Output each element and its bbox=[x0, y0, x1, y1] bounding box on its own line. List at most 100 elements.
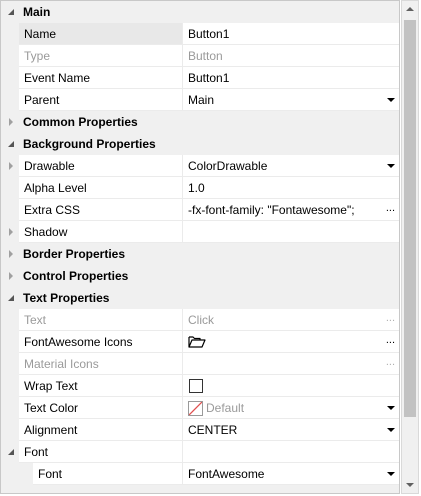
chevron-down-icon[interactable] bbox=[387, 472, 395, 476]
ellipsis-button: ... bbox=[385, 356, 395, 368]
extra-css-field[interactable]: -fx-font-family: "Fontawesome";... bbox=[182, 199, 399, 221]
parent-dropdown[interactable]: Main bbox=[182, 89, 399, 111]
property-value: Button1 bbox=[188, 71, 230, 85]
row-type: Type Button bbox=[1, 45, 399, 67]
row-text-color[interactable]: Text Color Default bbox=[1, 397, 399, 419]
name-cell: Extra CSS bbox=[19, 199, 182, 221]
property-value: Click bbox=[188, 313, 214, 327]
chevron-down-icon[interactable] bbox=[387, 428, 395, 432]
property-value: ColorDrawable bbox=[188, 159, 268, 173]
ellipsis-button[interactable]: ... bbox=[386, 202, 395, 214]
property-label: Drawable bbox=[24, 159, 75, 173]
row-material-icons: Material Icons ... bbox=[1, 353, 399, 375]
row-event-name[interactable]: Event Name Button1 bbox=[1, 67, 399, 89]
name-cell: Alignment bbox=[19, 419, 182, 441]
chevron-down-icon[interactable] bbox=[387, 164, 395, 168]
property-label: Shadow bbox=[24, 225, 68, 239]
chevron-down-icon[interactable] bbox=[387, 98, 395, 102]
drawable-dropdown[interactable]: ColorDrawable bbox=[182, 155, 399, 177]
scrollbar-thumb[interactable] bbox=[404, 20, 416, 417]
chevron-down-icon[interactable] bbox=[387, 406, 395, 410]
property-label: Wrap Text bbox=[24, 379, 78, 393]
name-cell: Material Icons bbox=[19, 353, 182, 375]
section-main[interactable]: Main bbox=[1, 1, 399, 23]
property-label: Parent bbox=[24, 93, 60, 107]
row-alpha-level[interactable]: Alpha Level 1.0 bbox=[1, 177, 399, 199]
property-value: Button1 bbox=[188, 27, 230, 41]
event-name-field[interactable]: Button1 bbox=[182, 67, 399, 89]
section-border[interactable]: Border Properties bbox=[1, 243, 399, 265]
wrap-text-cell bbox=[182, 375, 399, 397]
ellipsis-button: ... bbox=[385, 312, 395, 324]
section-control[interactable]: Control Properties bbox=[1, 265, 399, 287]
row-fontawesome-icons[interactable]: FontAwesome Icons ... bbox=[1, 331, 399, 353]
property-value: Main bbox=[188, 93, 215, 107]
section-title: Control Properties bbox=[23, 269, 129, 283]
property-label: Alignment bbox=[24, 423, 78, 437]
name-value-field[interactable]: Button1 bbox=[182, 23, 399, 45]
triangle-collapsed-icon[interactable] bbox=[9, 162, 13, 170]
property-value: 1.0 bbox=[188, 181, 205, 195]
property-label: Type bbox=[24, 49, 51, 63]
triangle-collapsed-icon[interactable] bbox=[9, 118, 13, 126]
property-label: Text bbox=[24, 313, 47, 327]
section-title: Background Properties bbox=[23, 137, 156, 151]
property-label: Alpha Level bbox=[24, 181, 87, 195]
property-value: Button bbox=[188, 49, 223, 63]
alpha-level-field[interactable]: 1.0 bbox=[182, 177, 399, 199]
font-dropdown[interactable]: FontAwesome bbox=[182, 463, 399, 485]
property-value: FontAwesome bbox=[188, 467, 265, 481]
font-summary bbox=[182, 441, 399, 463]
triangle-collapsed-icon[interactable] bbox=[9, 250, 13, 258]
property-label: Event Name bbox=[24, 71, 91, 85]
section-background[interactable]: Background Properties bbox=[1, 133, 399, 155]
folder-open-icon bbox=[188, 335, 206, 352]
no-color-swatch-icon bbox=[188, 401, 203, 416]
section-title: Text Properties bbox=[23, 291, 110, 305]
wrap-text-checkbox[interactable] bbox=[189, 379, 203, 393]
property-label: FontAwesome Icons bbox=[24, 335, 133, 349]
row-shadow[interactable]: Shadow bbox=[1, 221, 399, 243]
shadow-value bbox=[182, 221, 399, 243]
scroll-up-arrow-icon[interactable] bbox=[402, 1, 418, 17]
row-name[interactable]: Name Button1 bbox=[1, 23, 399, 45]
property-label: Text Color bbox=[24, 401, 79, 415]
type-value: Button bbox=[182, 45, 399, 67]
name-cell: Drawable bbox=[19, 155, 182, 177]
name-cell: Font bbox=[33, 463, 182, 485]
property-label: Name bbox=[24, 27, 57, 41]
subsection-font[interactable]: Font bbox=[1, 441, 399, 463]
property-value: -fx-font-family: "Fontawesome"; bbox=[188, 203, 355, 217]
triangle-collapsed-icon[interactable] bbox=[9, 272, 13, 280]
name-cell: Font bbox=[19, 441, 182, 463]
row-alignment[interactable]: Alignment CENTER bbox=[1, 419, 399, 441]
material-icons-field: ... bbox=[182, 353, 399, 375]
section-title: Main bbox=[23, 5, 51, 19]
row-wrap-text[interactable]: Wrap Text bbox=[1, 375, 399, 397]
section-title: Common Properties bbox=[23, 115, 138, 129]
row-text: Text Click... bbox=[1, 309, 399, 331]
vertical-scrollbar[interactable] bbox=[401, 0, 419, 494]
scroll-down-arrow-icon[interactable] bbox=[402, 477, 418, 493]
text-color-dropdown[interactable]: Default bbox=[182, 397, 399, 419]
property-label: Font bbox=[38, 467, 63, 481]
name-cell: Event Name bbox=[19, 67, 182, 89]
section-common[interactable]: Common Properties bbox=[1, 111, 399, 133]
section-title: Border Properties bbox=[23, 247, 126, 261]
property-value: CENTER bbox=[188, 423, 238, 437]
row-font[interactable]: Font FontAwesome bbox=[1, 463, 399, 485]
name-cell: Name bbox=[19, 23, 182, 45]
fontawesome-icons-field[interactable]: ... bbox=[182, 331, 399, 353]
row-extra-css[interactable]: Extra CSS -fx-font-family: "Fontawesome"… bbox=[1, 199, 399, 221]
triangle-collapsed-icon[interactable] bbox=[9, 228, 13, 236]
row-drawable[interactable]: Drawable ColorDrawable bbox=[1, 155, 399, 177]
ellipsis-button[interactable]: ... bbox=[386, 334, 395, 346]
alignment-dropdown[interactable]: CENTER bbox=[182, 419, 399, 441]
property-label: Extra CSS bbox=[24, 203, 81, 217]
row-parent[interactable]: Parent Main bbox=[1, 89, 399, 111]
section-text[interactable]: Text Properties bbox=[1, 287, 399, 309]
name-cell: FontAwesome Icons bbox=[19, 331, 182, 353]
property-value: Default bbox=[206, 401, 245, 415]
name-cell: Alpha Level bbox=[19, 177, 182, 199]
name-cell: Text Color bbox=[19, 397, 182, 419]
